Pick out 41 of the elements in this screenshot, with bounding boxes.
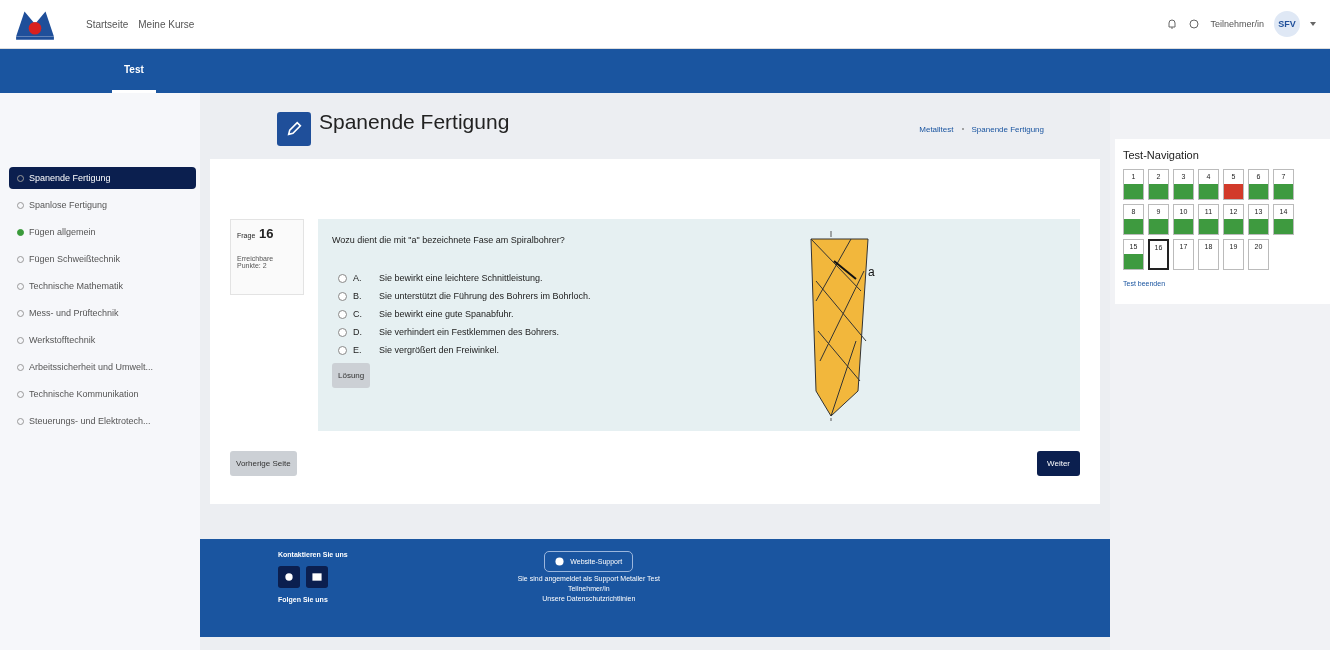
sidebar-item[interactable]: Technische Kommunikation [9,383,196,405]
user-avatar[interactable]: SFV [1274,11,1300,37]
option-text: Sie vergrößert den Freiwinkel. [379,345,500,355]
solution-button[interactable]: Lösung [332,363,371,388]
radio-button[interactable] [338,327,347,337]
radio-button[interactable] [338,309,347,319]
radio-button[interactable] [338,291,347,301]
question-text: Wozu dient die mit "a" bezeichnete Fase am Spiralbohrer? [332,235,566,245]
sidebar-item[interactable]: Spanlose Fertigung [9,194,196,216]
mail-icon[interactable] [306,566,328,588]
option-letter: D. [353,327,363,337]
page-title: Spanende Fertigung [319,110,510,134]
option-text: Sie bewirkt eine leichtere Schnittleistung. [379,273,543,283]
sidebar-item[interactable]: Arbeitssicherheit und Umwelt... [9,356,196,378]
option-text: Sie bewirkt eine gute Spanabfuhr. [379,309,514,319]
sidebar-item[interactable]: Mess- und Prüftechnik [9,302,196,324]
option-text: Sie verhindert ein Festklemmen des Bohrers. [379,327,560,337]
breadcrumb-link[interactable]: Spanende Fertigung [971,124,1044,134]
next-button[interactable]: Weiter [1037,451,1080,476]
sidebar-item[interactable]: Werkstofftechnik [9,329,196,351]
nav-link[interactable]: Startseite [86,18,129,30]
breadcrumb-link[interactable]: Metalltest [919,124,954,134]
caret-icon[interactable] [1310,22,1316,26]
radio-button[interactable] [338,273,347,283]
option-letter: B. [353,291,363,301]
sidebar-item[interactable]: Fügen Schweißtechnik [9,248,196,270]
option-letter: A. [353,273,363,283]
sidebar-item[interactable]: Technische Mathematik [9,275,196,297]
sidebar-item[interactable]: Fügen allgemein [9,221,196,243]
edit-icon [277,112,311,146]
option-text: Sie unterstützt die Führung des Bohrers im Bohrloch. [379,291,591,301]
user-name[interactable]: Teilnehmer/in [1210,19,1264,29]
option-letter: E. [353,345,363,355]
option-letter: C. [353,309,363,319]
bell-icon[interactable] [1166,18,1179,30]
previous-page-button[interactable]: Vorherige Seite [230,451,297,476]
sidebar-item[interactable]: Steuerungs- und Elektrotech... [9,410,196,432]
navigation-title: Test-Navigation [1123,149,1200,161]
sidebar-item[interactable]: Spanende Fertigung [9,167,196,189]
radio-button[interactable] [338,345,347,355]
nav-link[interactable]: Meine Kurse [138,18,195,30]
